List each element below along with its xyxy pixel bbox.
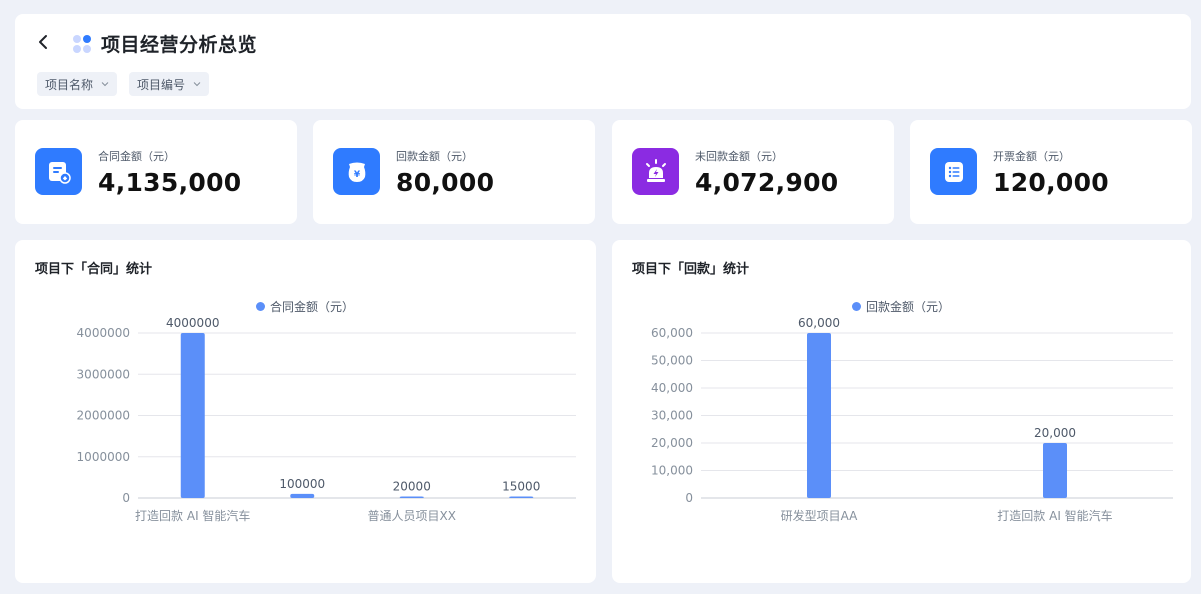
category-label: 打造回款 AI 智能汽车 xyxy=(997,508,1112,523)
y-tick-label: 40,000 xyxy=(651,381,693,395)
back-arrow-icon[interactable] xyxy=(35,32,51,52)
bar xyxy=(290,493,315,498)
contract-chart-card: 项目下「合同」统计 合同金额（元） 0 1000000 2000000 3000000… xyxy=(15,240,596,583)
stat-value: 80,000 xyxy=(396,168,495,197)
data-label: 4000000 xyxy=(166,316,219,330)
alarm-light-icon xyxy=(632,148,679,195)
stat-value: 4,135,000 xyxy=(98,168,242,197)
data-label: 20000 xyxy=(393,480,431,494)
bar xyxy=(1043,443,1067,498)
y-tick-label: 3000000 xyxy=(77,367,130,381)
data-label: 15000 xyxy=(502,480,540,494)
stat-value: 4,072,900 xyxy=(695,168,839,197)
contract-icon xyxy=(35,148,82,195)
y-tick-label: 1000000 xyxy=(77,450,130,464)
filter-project-name[interactable]: 项目名称 xyxy=(37,72,118,96)
y-tick-label: 0 xyxy=(685,491,693,505)
data-label: 20,000 xyxy=(1034,426,1076,440)
category-label: 打造回款 AI 智能汽车 xyxy=(135,508,250,523)
bar xyxy=(399,496,424,498)
y-tick-label: 4000000 xyxy=(77,326,130,340)
filter-label: 项目编号 xyxy=(137,77,186,92)
header-card: 项目经营分析总览 项目名称 项目编号 xyxy=(15,14,1191,109)
payment-bar-chart: 0 10,000 20,000 30,000 40,000 50,000 60,000 60,… xyxy=(651,316,1173,523)
y-tick-label: 30,000 xyxy=(651,409,693,423)
contract-bar-chart: 0 1000000 2000000 3000000 4000000 4000000 打造回款… xyxy=(77,316,576,523)
chevron-down-icon xyxy=(193,82,201,87)
chevron-down-icon xyxy=(101,82,109,87)
bar xyxy=(509,496,534,498)
page-title: 项目经营分析总览 xyxy=(101,34,258,56)
stat-label: 未回款金额（元） xyxy=(695,150,783,163)
bar xyxy=(807,333,831,498)
y-tick-label: 60,000 xyxy=(651,326,693,340)
filter-project-code[interactable]: 项目编号 xyxy=(129,72,210,96)
y-tick-label: 50,000 xyxy=(651,354,693,368)
stat-label: 开票金额（元） xyxy=(993,150,1070,163)
y-tick-label: 20,000 xyxy=(651,436,693,450)
filter-label: 项目名称 xyxy=(45,77,94,92)
money-bag-icon: ¥ xyxy=(333,148,380,195)
payment-chart-card: 项目下「回款」统计 回款金额（元） 0 10,000 20,000 30,000 40,… xyxy=(612,240,1191,583)
stat-card-payment: ¥ 回款金额（元） 80,000 xyxy=(313,120,595,224)
bar xyxy=(180,333,205,498)
stat-card-invoice: 开票金额（元） 120,000 xyxy=(910,120,1192,224)
app-logo-icon xyxy=(73,35,91,53)
stat-label: 回款金额（元） xyxy=(396,150,473,163)
y-tick-label: 10,000 xyxy=(651,464,693,478)
stat-card-contract: 合同金额（元） 4,135,000 xyxy=(15,120,297,224)
data-label: 100000 xyxy=(279,477,325,491)
y-tick-label: 2000000 xyxy=(77,409,130,423)
y-tick-label: 0 xyxy=(122,491,130,505)
invoice-list-icon xyxy=(930,148,977,195)
stat-label: 合同金额（元） xyxy=(98,150,175,163)
stat-value: 120,000 xyxy=(993,168,1109,197)
category-label: 研发型项目AA xyxy=(781,508,859,523)
stat-card-unpaid: 未回款金额（元） 4,072,900 xyxy=(612,120,894,224)
data-label: 60,000 xyxy=(798,316,840,330)
category-label: 普通人员项目XX xyxy=(368,509,456,523)
svg-text:¥: ¥ xyxy=(353,170,360,180)
